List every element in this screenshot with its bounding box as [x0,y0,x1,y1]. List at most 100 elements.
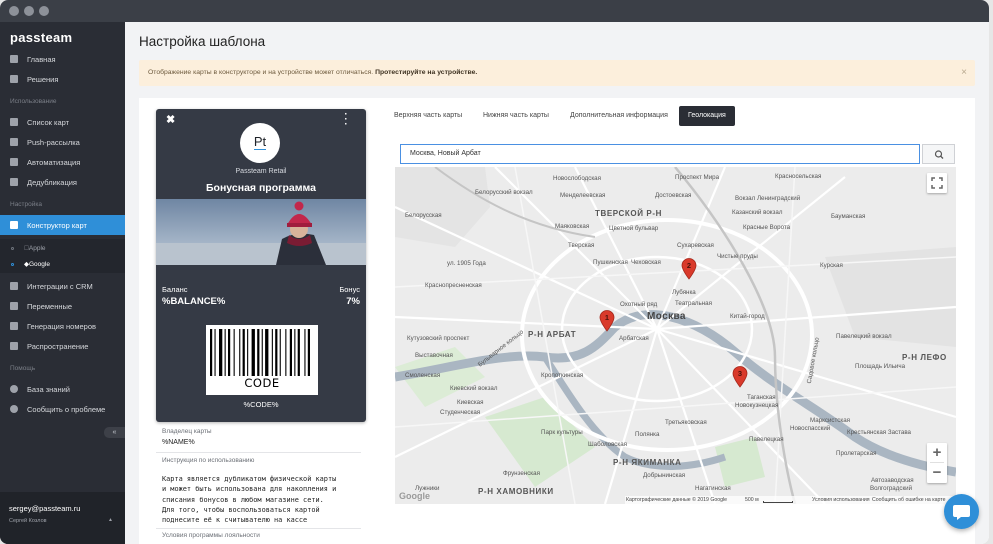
sidebar-section-settings: Настройка [10,201,42,208]
instruction-line: и может быть использована для накопления… [162,485,337,494]
page-title: Настройка шаблона [139,34,266,49]
sidebar-item-automation[interactable]: Автоматизация [0,153,125,171]
map-marker-pin[interactable]: 1 [599,310,615,332]
megaphone-icon [10,342,18,350]
barcode-bar [251,329,255,376]
barcode-bar [275,329,278,376]
alert-text: Отображение карты в конструкторе и на ус… [148,69,376,76]
balance-value: %BALANCE% [162,296,226,307]
bonus-label: Бонус [339,285,360,294]
fullscreen-button[interactable] [927,173,947,193]
map-place-label: Кутузовский проспект [407,335,470,342]
map-place-label: Смоленская [405,372,441,379]
sidebar-item-push[interactable]: Push-рассылка [0,133,125,151]
sidebar-item-knowledge[interactable]: База знаний [0,380,125,398]
map-place-label: Казанский вокзал [732,209,783,216]
sidebar-item-distribution[interactable]: Распространение [0,337,125,355]
map-place-label: Новослободская [553,175,601,182]
window-titlebar [0,0,989,22]
sidebar-item-variables[interactable]: Переменные [0,297,125,315]
sidebar-item-home[interactable]: Главная [0,50,125,68]
map-place-label: Охотный ряд [620,301,658,308]
window-minimize-dot[interactable] [24,6,34,16]
map-marker-pin[interactable]: 3 [732,366,748,388]
map-marker-pin[interactable]: 2 [681,258,697,280]
map-place-label: Крестьянская Застава [847,429,911,436]
barcode-bar [271,329,273,376]
map-marker-label: 2 [687,261,691,270]
map-place-label: Таганская [747,394,776,401]
map-terms-link[interactable]: Условия использования [812,496,870,504]
sidebar-item-dedup[interactable]: Дедубликация [0,173,125,191]
zoom-in-button[interactable]: + [927,443,947,462]
sidebar-subitem-label: Apple [24,245,46,252]
sidebar-item-label: Конструктор карт [27,220,87,230]
bullet-icon [11,262,14,266]
map-marker-label: 1 [605,313,609,322]
sidebar-item-label: Распространение [27,341,89,351]
card-hero-image [156,199,366,265]
map-place-label: Волгоградский [870,485,913,492]
map-place-label: Фрунзенская [503,470,540,477]
sidebar-item-crm[interactable]: Интеграции с CRM [0,277,125,295]
window-close-dot[interactable] [9,6,19,16]
map-place-label: Чистые пруды [717,253,758,260]
globe-icon [10,385,18,393]
app-logo[interactable]: passteam [10,30,72,45]
map-place-label: Новокузнецкая [735,402,779,409]
map-report-link[interactable]: Сообщить об ошибке на карте [872,496,945,504]
barcode-bar [257,329,260,376]
alert-close-icon[interactable]: × [961,60,967,86]
owner-value: %NAME% [162,439,195,446]
map-district-label: Р-Н ХАМОВНИКИ [478,487,554,496]
barcode-bar [239,329,241,376]
sidebar-item-label: Интеграции с CRM [27,281,93,291]
alert-link[interactable]: Протестируйте на устройстве. [375,69,477,76]
window-zoom-dot[interactable] [39,6,49,16]
map-place-label: Проспект Мира [675,174,720,181]
tab-additional-info[interactable]: Дополнительная информация [565,106,673,126]
barcode-bar [247,329,249,376]
location-search-input[interactable]: Москва, Новый Арбат [400,144,920,164]
sidebar-collapse-button[interactable]: « [104,427,125,438]
sidebar-subitem-apple[interactable]: Apple [11,245,46,252]
close-icon[interactable]: ✖ [166,113,175,126]
tab-bottom-part[interactable]: Нижняя часть карты [478,106,554,126]
map-place-label: Полянка [635,431,660,438]
barcode-bar [265,329,269,376]
variables-icon [10,302,18,310]
sidebar-item-card-list[interactable]: Список карт [0,113,125,131]
map-scale-bar [763,501,793,503]
map-district-label: Р-Н ЛЕФО [902,353,947,362]
sidebar-item-label: Генерация номеров [27,321,96,331]
instruction-label: Инструкция по использованию [162,457,255,464]
sidebar: passteam Главная Решения Использование С… [0,22,125,544]
sidebar-item-report[interactable]: Сообщить о проблеме [0,400,125,418]
map-place-label: Киевский вокзал [450,385,498,392]
map-place-label: Третьяковская [665,419,707,426]
barcode-bars [210,329,310,376]
user-menu[interactable]: sergey@passteam.ru Сергей Козлов ▲ [0,492,125,544]
zoom-out-button[interactable]: − [927,463,947,482]
map-place-label: Пушкинская [593,259,628,266]
map-view[interactable]: ТВЕРСКОЙ Р-Н Р-Н АРБАТ Р-Н ЯКИМАНКА Р-Н … [395,167,956,504]
more-vertical-icon[interactable]: · · · [344,110,348,130]
barcode-bar [289,329,292,376]
sidebar-item-card-builder[interactable]: Конструктор карт [0,215,125,235]
card-org-name: Passteam Retail [235,168,287,175]
map-place-label: Студенческая [440,409,481,416]
card-program-title: Бонусная программа [206,182,316,194]
crm-icon [10,282,18,290]
map-place-label: Красносельская [775,173,822,180]
sidebar-subitem-google[interactable]: ◆ Google [11,260,50,268]
chat-button[interactable] [944,494,979,529]
tab-geolocation[interactable]: Геолокация [679,106,735,126]
sidebar-item-solutions[interactable]: Решения [0,70,125,88]
google-logo: Google [399,491,430,501]
sidebar-item-label: Автоматизация [27,157,81,167]
sidebar-item-label: Push-рассылка [27,137,80,147]
search-button[interactable] [922,144,955,164]
tab-top-part[interactable]: Верхняя часть карты [389,106,467,126]
barcode-bar [261,329,263,376]
sidebar-item-number-gen[interactable]: Генерация номеров [0,317,125,335]
